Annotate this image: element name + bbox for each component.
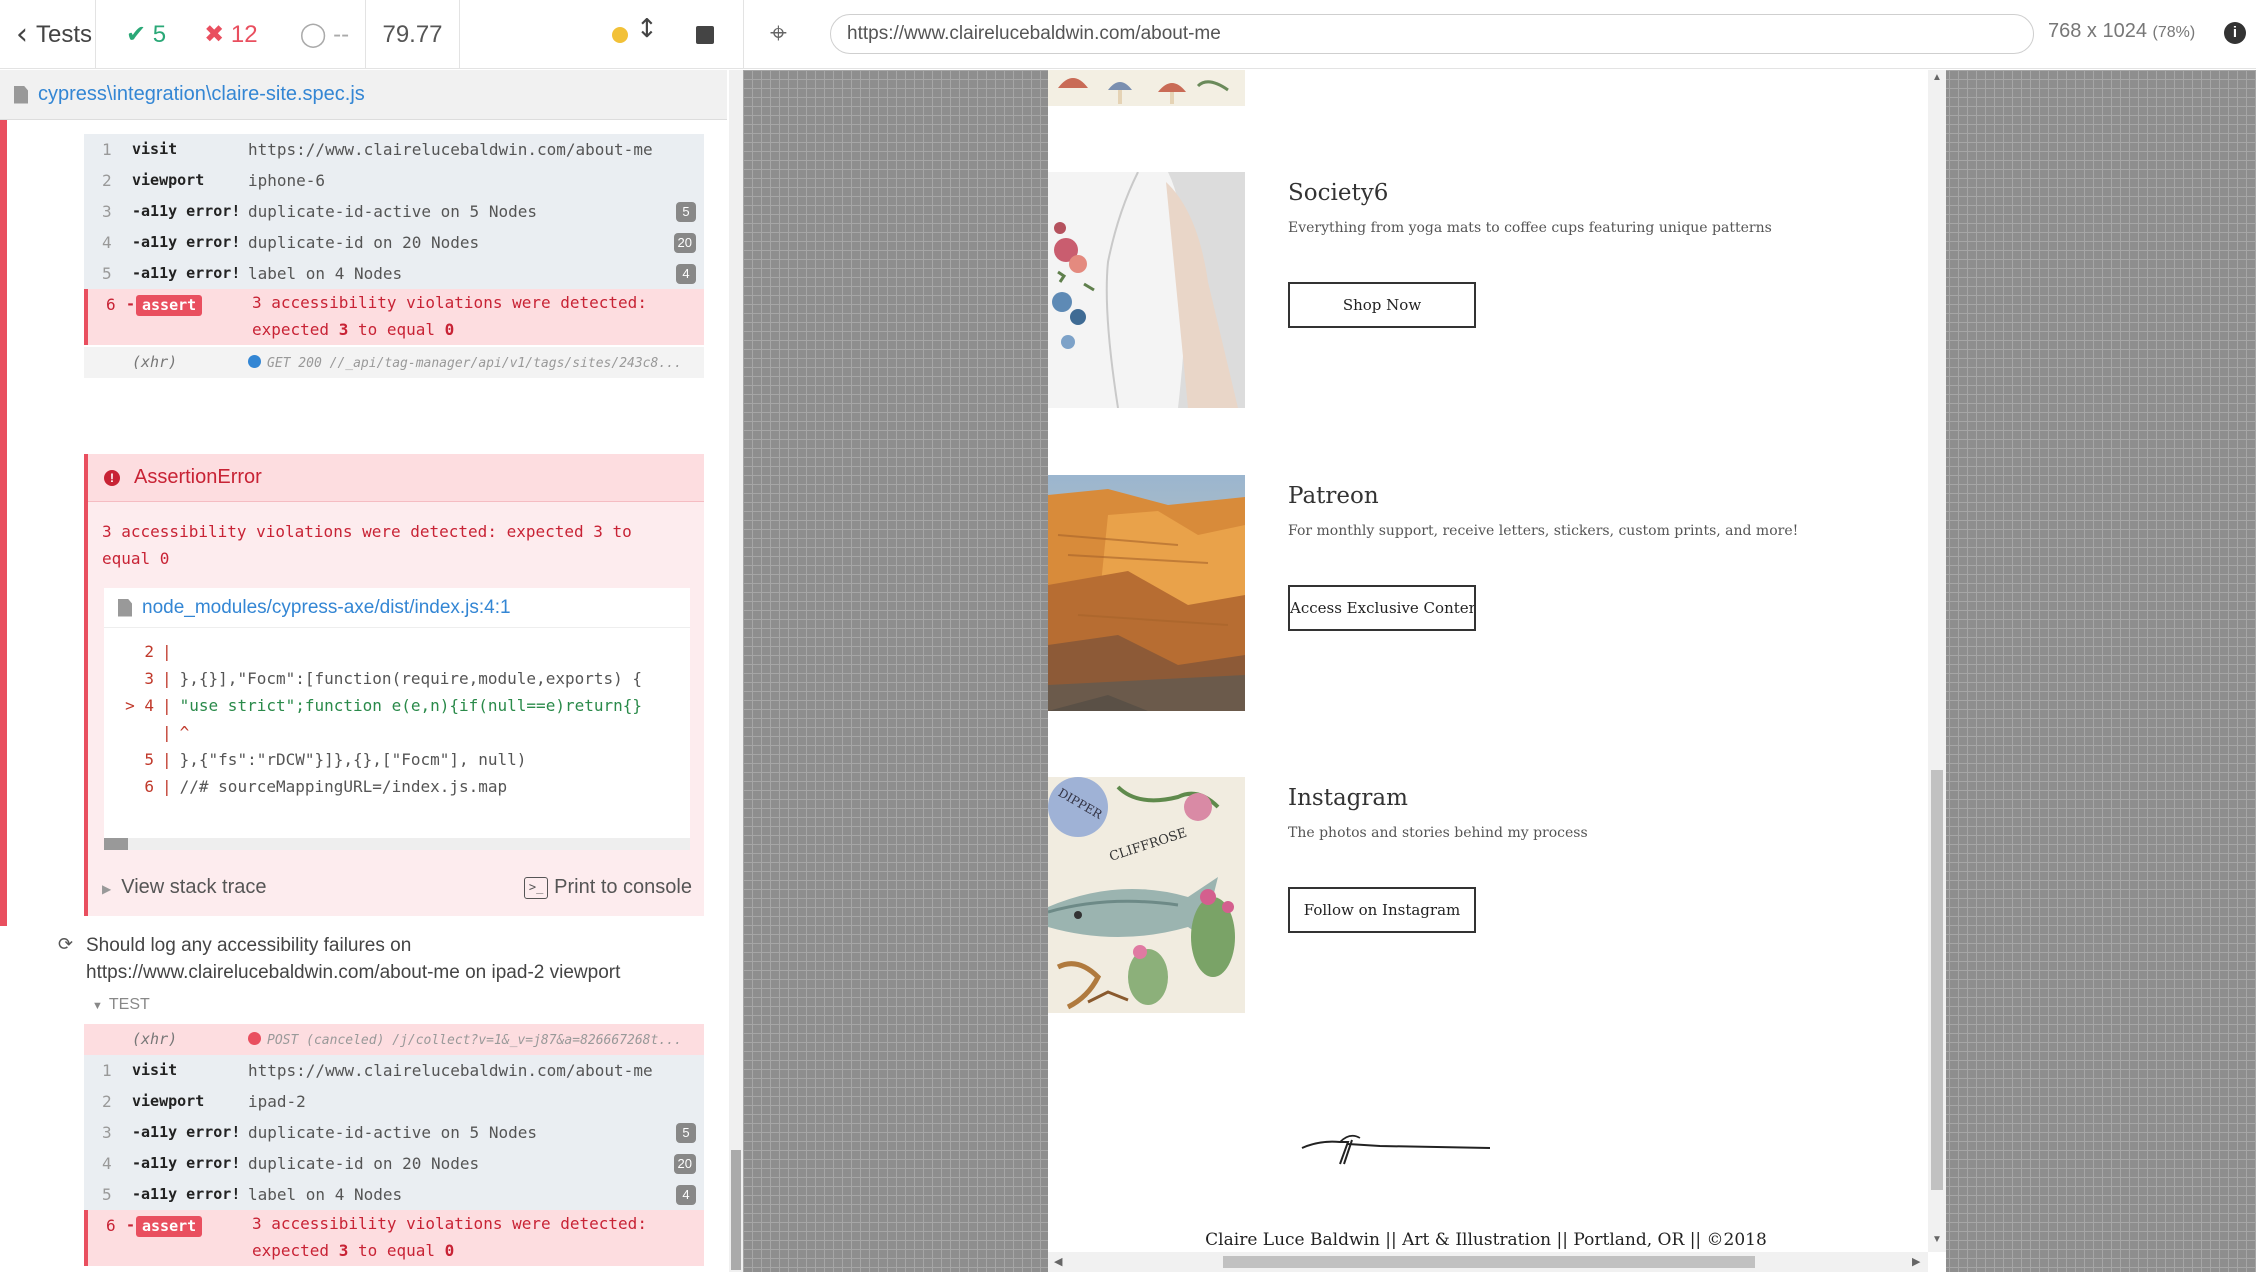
failed-test: 1 visit https://www.clairelucebaldwin.com/…: [0, 120, 727, 926]
error-title: AssertionError: [134, 466, 262, 488]
test-stats: ✔ 5 ✖ 12 ◯ --: [96, 0, 366, 69]
canyon-image: [1048, 475, 1245, 711]
failed-count: ✖ 12: [204, 21, 258, 48]
triangle-right-icon: ▶: [102, 882, 112, 896]
code-line-caret: | ^: [162, 723, 190, 742]
command-row[interactable]: 4 -a11y error! duplicate-id on 20 Nodes 20: [84, 227, 704, 258]
shop-title: Instagram: [1288, 785, 1408, 811]
x-icon: ✖: [204, 21, 225, 48]
pending-count: ◯ --: [299, 21, 350, 48]
back-label: Tests: [36, 20, 93, 48]
assert-tag: assert: [136, 295, 203, 316]
shop-title: Society6: [1288, 180, 1389, 206]
code-frame-file-link[interactable]: node_modules/cypress-axe/dist/index.js:4…: [104, 588, 690, 628]
assert-tag: assert: [136, 1216, 203, 1237]
terminal-icon: >_: [524, 876, 549, 899]
count-badge: 5: [676, 1123, 696, 1143]
code-line: 5 |},{"fs":"rDCW"}]},{},["Focm"], null): [144, 750, 527, 769]
xhr-status-dot: [248, 1032, 261, 1045]
command-row[interactable]: 1 visit https://www.clairelucebaldwin.com/…: [84, 134, 704, 165]
shop-description: For monthly support, receive letters, st…: [1288, 523, 1799, 539]
tshirt-image: [1048, 172, 1245, 408]
check-icon: ✔: [126, 21, 147, 48]
error-footer: ▶ View stack trace >_ Print to console: [88, 874, 704, 910]
iframe-vertical-scrollbar[interactable]: ▲ ▼: [1928, 70, 1946, 1252]
viewport-size: 768 x 1024 (78%): [2048, 20, 2196, 42]
error-panel: ! AssertionError 3 accessibility violati…: [84, 454, 704, 916]
assert-command-row[interactable]: 6 - assert 3 accessibility violations we…: [84, 1210, 704, 1266]
count-badge: 20: [673, 233, 696, 253]
auto-scroll-toggle-icon[interactable]: ↕: [636, 14, 658, 44]
scroll-down-icon: ▼: [1932, 1234, 1942, 1245]
back-to-tests-button[interactable]: ‹ Tests: [0, 0, 96, 69]
test-title[interactable]: Should log any accessibility failures on…: [58, 932, 698, 986]
stop-button[interactable]: [696, 26, 714, 44]
assert-command-row[interactable]: 6 - assert 3 accessibility violations we…: [84, 289, 704, 345]
scroll-right-icon: ▶: [1912, 1256, 1921, 1268]
code-lines: 2 | 3 |},{}],"Focm":[function(require,modu…: [104, 638, 690, 800]
code-line: 3 |},{}],"Focm":[function(require,module,…: [144, 669, 643, 688]
xhr-status-dot: [248, 355, 261, 368]
duration: 79.77: [366, 0, 460, 69]
url-bar[interactable]: https://www.clairelucebaldwin.com/about-…: [830, 14, 2034, 54]
command-row[interactable]: 5 -a11y error! label on 4 Nodes 4: [84, 1179, 704, 1210]
running-test: ⟳ Should log any accessibility failures …: [0, 926, 727, 1272]
code-line: 2 |: [144, 642, 172, 661]
command-row[interactable]: 4 -a11y error! duplicate-id on 20 Nodes 20: [84, 1148, 704, 1179]
error-header: ! AssertionError: [88, 454, 704, 502]
scroll-up-icon: ▲: [1932, 72, 1942, 83]
file-icon: [118, 598, 132, 617]
command-row[interactable]: 1 visit https://www.clairelucebaldwin.com/…: [84, 1055, 704, 1086]
info-icon[interactable]: i: [2224, 22, 2246, 44]
follow-on-instagram-button[interactable]: Follow on Instagram: [1288, 887, 1476, 933]
reporter-scrollbar[interactable]: [729, 70, 743, 1272]
count-badge: 4: [676, 1185, 696, 1205]
xhr-row[interactable]: (xhr) POST (canceled) /j/collect?v=1&_v=…: [84, 1024, 704, 1055]
view-stack-trace-button[interactable]: ▶ View stack trace: [102, 876, 266, 899]
error-icon: !: [104, 469, 120, 486]
illustration-image: [1048, 70, 1245, 106]
file-icon: [14, 85, 28, 104]
scroll-left-icon: ◀: [1054, 1256, 1063, 1268]
runner-header: ‹ Tests ✔ 5 ✖ 12 ◯ -- 79.77 ↕ ⌖ https://…: [0, 0, 2256, 69]
code-line-highlight: > 4 | "use strict";function e(e,n){if(null…: [104, 692, 690, 719]
count-badge: 20: [673, 1154, 696, 1174]
code-frame: node_modules/cypress-axe/dist/index.js:4…: [104, 588, 690, 850]
command-row[interactable]: 3 -a11y error! duplicate-id-active on 5 No…: [84, 1117, 704, 1148]
count-badge: 5: [676, 202, 696, 222]
command-row[interactable]: 3 -a11y error! duplicate-id-active on 5 No…: [84, 196, 704, 227]
triangle-down-icon: ▼: [92, 1000, 103, 1012]
command-row[interactable]: 2 viewport ipad-2: [84, 1086, 704, 1117]
reporter-panel: cypress\integration\claire-site.spec.js …: [0, 70, 727, 1272]
code-frame-scrollbar[interactable]: [104, 838, 690, 850]
access-exclusive-content-button[interactable]: Access Exclusive Content: [1288, 585, 1476, 631]
count-badge: 4: [676, 264, 696, 284]
shop-description: The photos and stories behind my process: [1288, 825, 1588, 841]
iframe-horizontal-scrollbar[interactable]: ◀ ▶: [1048, 1252, 1928, 1272]
spec-file-header[interactable]: cypress\integration\claire-site.spec.js: [0, 70, 727, 120]
shop-description: Everything from yoga mats to coffee cups…: [1288, 220, 1772, 236]
xhr-row[interactable]: (xhr) GET 200 //_api/tag-manager/api/v1/…: [84, 347, 704, 378]
site-iframe: Society6 Everything from yoga mats to co…: [1048, 70, 1946, 1272]
error-message: 3 accessibility violations were detected…: [102, 522, 632, 568]
chevron-left-icon: ‹: [16, 17, 28, 52]
circle-icon: ◯: [299, 21, 327, 48]
running-indicator-icon: [612, 27, 628, 43]
signature-logo: [1301, 1134, 1490, 1165]
site-footer: Claire Luce Baldwin || Art & Illustratio…: [1205, 1230, 1767, 1250]
app-preview-area: Society6 Everything from yoga mats to co…: [743, 70, 2256, 1272]
command-row[interactable]: 5 -a11y error! label on 4 Nodes 4: [84, 258, 704, 289]
illustration-collage-image: DIPPER CLIFFROSE: [1048, 777, 1245, 1013]
passed-count: ✔ 5: [126, 21, 167, 48]
command-row[interactable]: 2 viewport iphone-6: [84, 165, 704, 196]
code-line: 6 |//# sourceMappingURL=/index.js.map: [144, 777, 508, 796]
selector-playground-icon[interactable]: ⌖: [770, 16, 806, 52]
print-to-console-button[interactable]: >_ Print to console: [524, 876, 692, 899]
spec-file-path: cypress\integration\claire-site.spec.js: [38, 83, 365, 105]
shop-now-button[interactable]: Shop Now: [1288, 282, 1476, 328]
test-section-toggle[interactable]: ▼ TEST: [92, 996, 150, 1014]
failure-indicator: [0, 120, 7, 926]
shop-title: Patreon: [1288, 483, 1379, 509]
runner-controls: ↕: [460, 0, 744, 69]
